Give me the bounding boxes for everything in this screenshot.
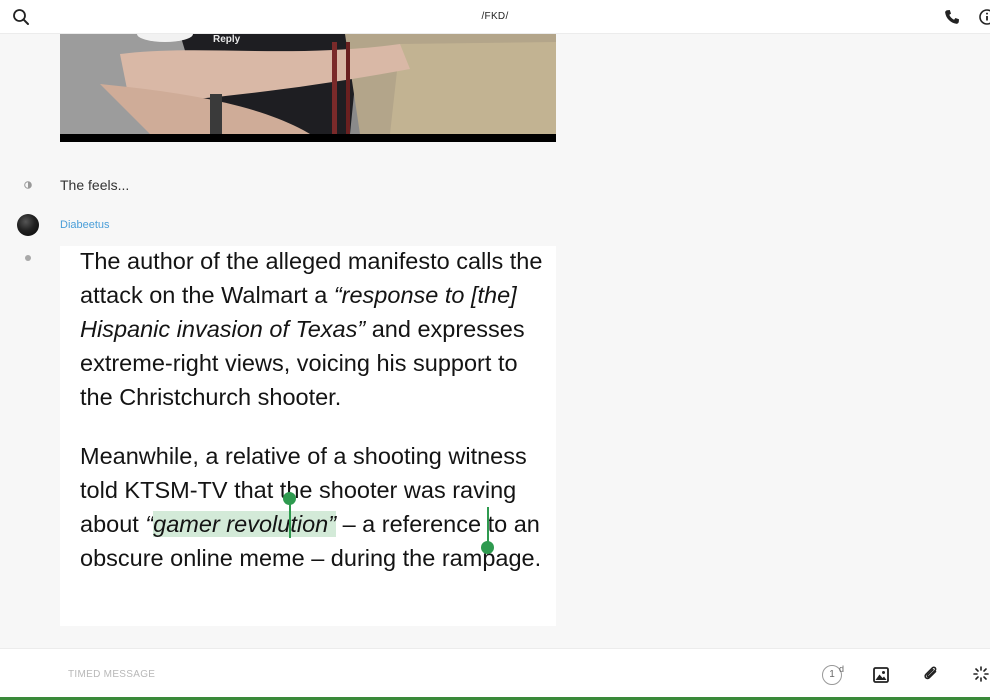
selection-end-handle[interactable] bbox=[481, 541, 494, 554]
article-paragraph: The author of the alleged manifesto call… bbox=[80, 244, 550, 414]
article-quote-mark: “ bbox=[145, 511, 154, 537]
text-selection[interactable]: gamer revolution bbox=[153, 511, 329, 537]
message-input[interactable]: TIMED MESSAGE bbox=[68, 669, 155, 680]
photo-content bbox=[60, 34, 556, 142]
image-bottom-bar bbox=[60, 134, 556, 142]
message-text[interactable]: The feels... bbox=[60, 177, 129, 193]
top-bar: /FKD/ bbox=[0, 0, 990, 34]
selection-start-line bbox=[289, 498, 291, 538]
sender-name[interactable]: Diabeetus bbox=[60, 219, 110, 231]
image-attachment[interactable]: Reply bbox=[60, 34, 556, 142]
reply-overlay: Reply bbox=[213, 34, 241, 45]
sparkle-icon[interactable] bbox=[973, 666, 989, 682]
avatar[interactable] bbox=[17, 214, 39, 236]
timer-value: 1 bbox=[829, 669, 835, 680]
paperclip-icon[interactable] bbox=[922, 665, 940, 683]
conversation-title[interactable]: /FKD/ bbox=[0, 11, 990, 22]
status-dot-icon bbox=[25, 255, 31, 261]
article-quote-mark: ” bbox=[328, 511, 337, 537]
timer-unit: d bbox=[839, 664, 845, 674]
info-icon[interactable] bbox=[978, 9, 990, 25]
message-composer: TIMED MESSAGE 1 d bbox=[0, 648, 990, 700]
image-attachment[interactable]: The author of the alleged manifesto call… bbox=[60, 246, 556, 626]
message-timeline[interactable]: Reply The feels... Diabeetus The author … bbox=[0, 34, 990, 648]
read-receipt-icon bbox=[24, 181, 32, 189]
phone-icon[interactable] bbox=[944, 9, 960, 25]
image-icon[interactable] bbox=[873, 667, 889, 683]
article-paragraph: Meanwhile, a relative of a shooting witn… bbox=[80, 439, 550, 575]
